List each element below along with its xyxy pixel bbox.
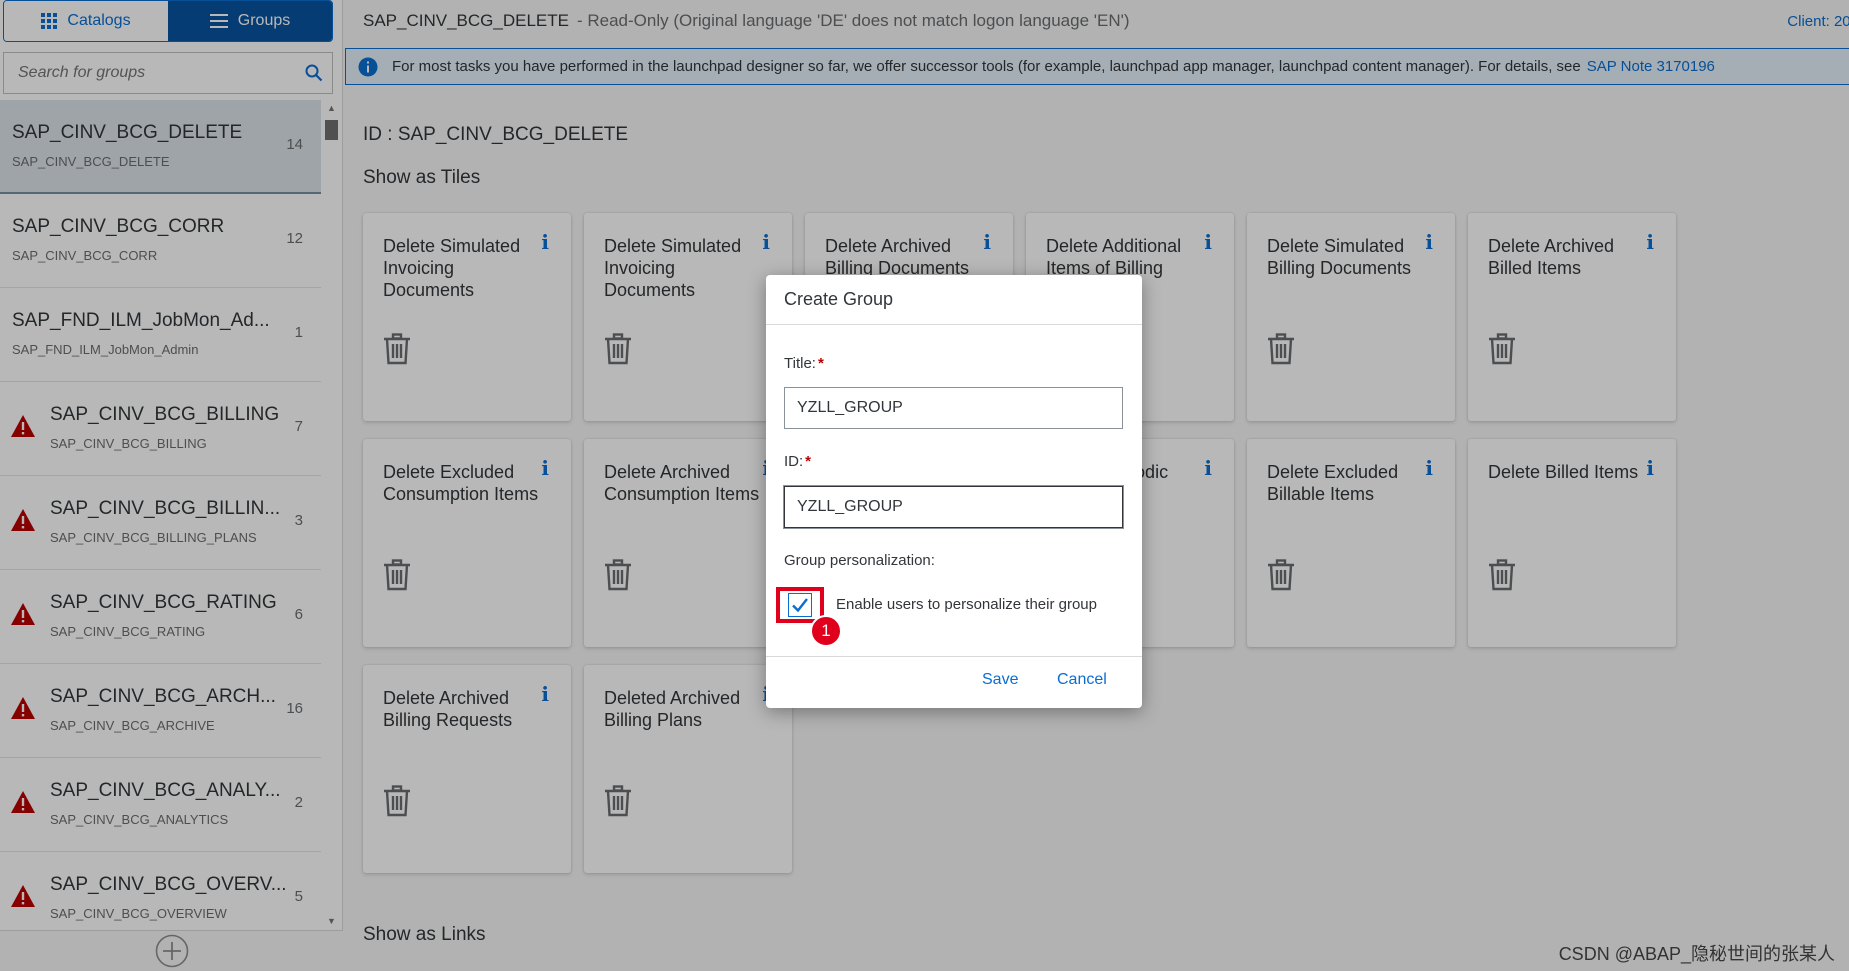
checkmark-icon [792,598,808,613]
id-label-text: ID: [784,453,804,470]
title-field-label: Title: * [784,355,824,372]
annotation-badge: 1 [810,615,842,647]
title-label-text: Title: [784,355,816,372]
required-mark: * [805,453,812,470]
id-input[interactable] [784,486,1123,528]
id-field-label: ID: * [784,453,811,470]
create-group-dialog: Create Group Title:* ID:* Group personal… [766,275,1142,708]
personalize-checkbox-label[interactable]: Enable users to personalize their group [836,596,1097,613]
watermark-text: CSDN @ABAP_隐秘世间的张某人 [1558,944,1835,964]
title-input[interactable] [784,387,1123,429]
personalization-label: Group personalization: [784,552,935,569]
cancel-button[interactable]: Cancel [1057,671,1107,689]
dialog-footer: Save Cancel [766,656,1142,708]
personalize-checkbox[interactable] [788,593,812,617]
dialog-title: Create Group [766,275,1142,325]
save-button[interactable]: Save [982,671,1018,689]
required-mark: * [817,355,824,372]
